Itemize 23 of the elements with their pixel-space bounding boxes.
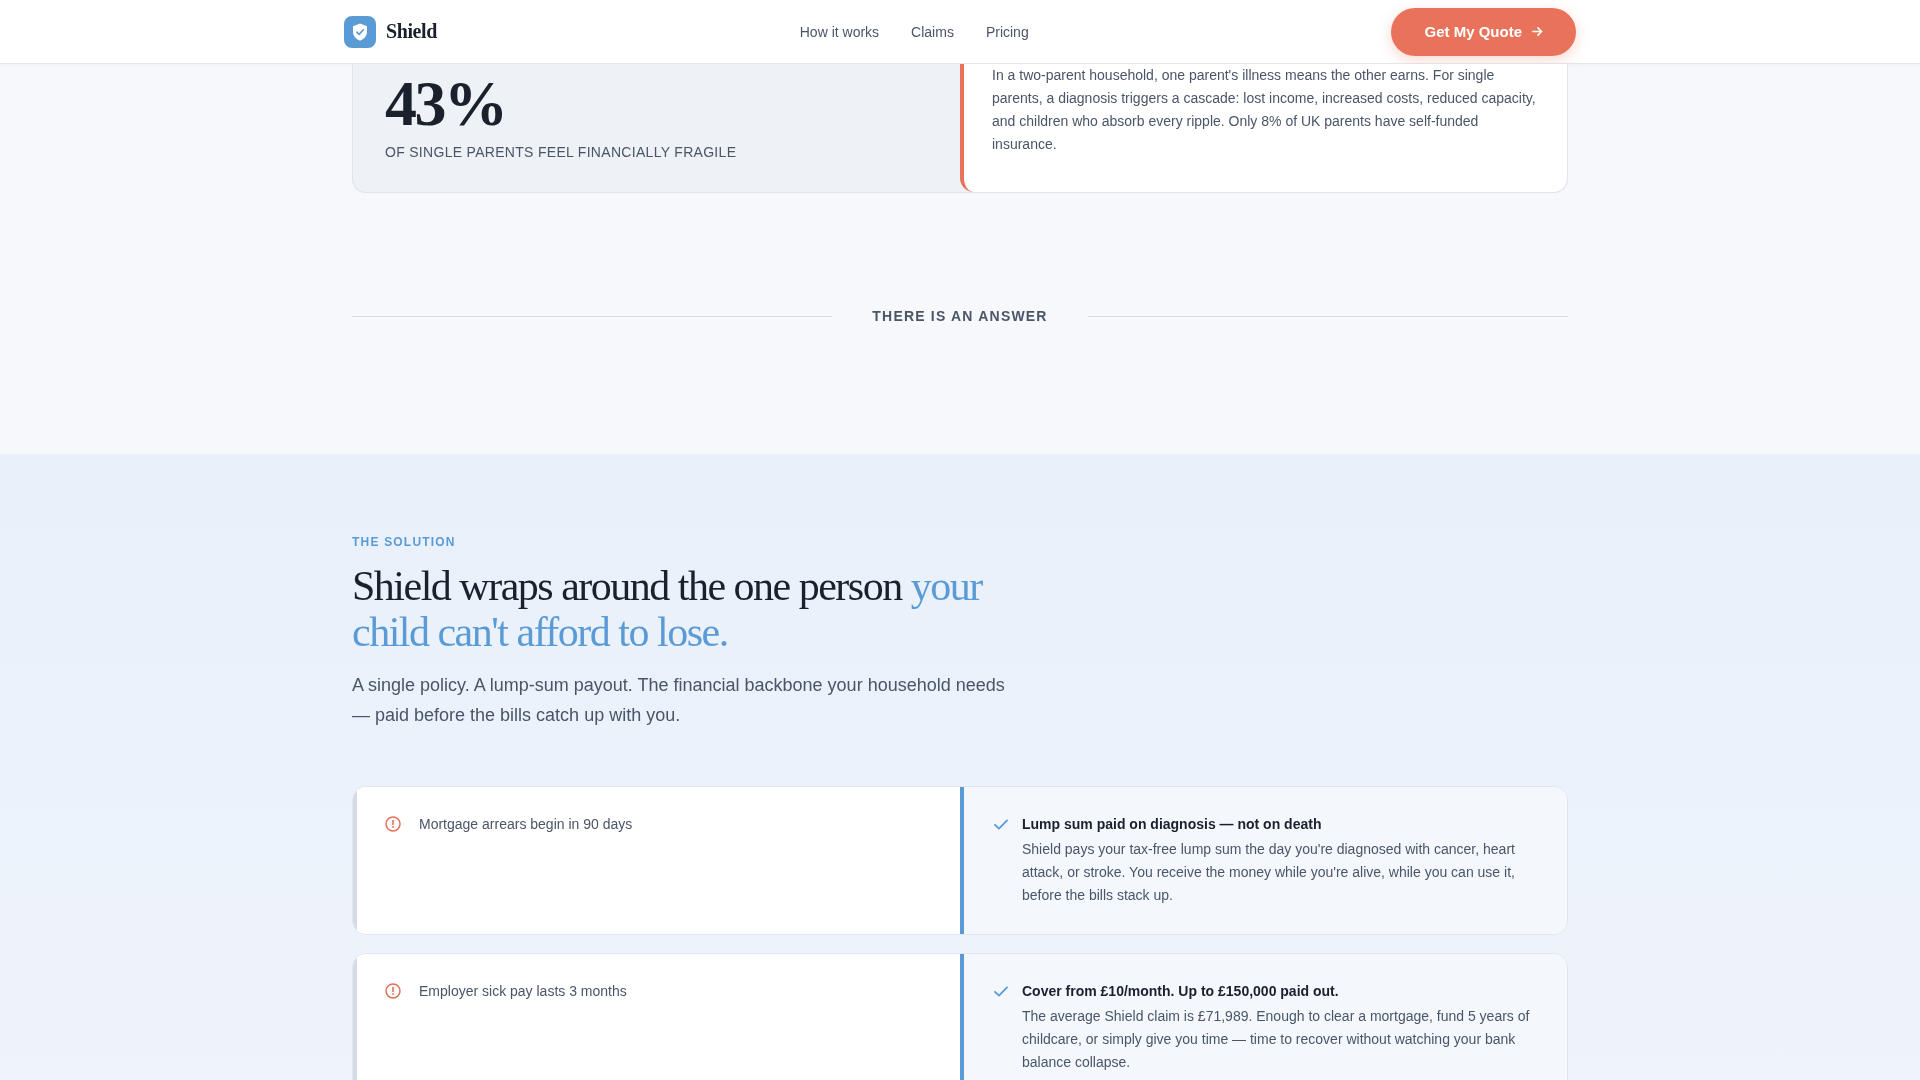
- nav-link[interactable]: Claims: [911, 23, 954, 40]
- section-divider-label: THERE IS AN ANSWER: [872, 307, 1048, 326]
- nav-link[interactable]: Pricing: [985, 23, 1029, 40]
- benefit-description: Shield pays your tax-free lump sum the day you're diagnosed with cancer, heart attack, or stroke. You receive the money while you're alive, while you can use it, before the bills stack up.: [1022, 840, 1516, 905]
- stat-caption: OF SINGLE PARENTS FEEL FINANCIALLY FRAGILE: [385, 143, 738, 162]
- arrow-right-icon: [1532, 26, 1543, 37]
- benefit-title: Cover from £10/month. Up to £150,000 paid out.: [1022, 982, 1340, 1001]
- nav-link[interactable]: How it works: [799, 23, 880, 40]
- benefit-description: The average Shield claim is £71,989. Enough to clear a mortgage, fund 5 years of childcare, or simply give you time — time to recover without watching your bank balance collapse.: [1022, 1007, 1531, 1072]
- shield-icon: [344, 15, 376, 48]
- brand-name: Shield: [386, 20, 437, 43]
- section-lead: A single policy. A lump-sum payout. The financial backbone your household needs — paid before the bills catch up with you.: [352, 674, 1006, 727]
- exclamation-circle-icon: [385, 816, 401, 832]
- problem-text: Employer sick pay lasts 3 months: [419, 982, 627, 1001]
- problem-text: Mortgage arrears begin in 90 days: [419, 815, 633, 834]
- exclamation-circle-icon: [385, 983, 401, 999]
- section-eyebrow: THE SOLUTION: [352, 534, 457, 550]
- explanation-text: In a two-parent household, one parent's illness means the other earns. For single parents, a diagnosis triggers a cascade: lost income, increased costs, reduced capacity, and children who absorb every ripple. Only 8% of UK parents have self-funded insurance.: [992, 66, 1537, 154]
- check-icon: [994, 986, 1008, 997]
- stat-value: 43%: [385, 72, 507, 136]
- check-icon: [994, 819, 1008, 830]
- benefit-title: Lump sum paid on diagnosis — not on death: [1022, 815, 1323, 834]
- section-heading: Shield wraps around the one person your child can't afford to lose.: [352, 563, 984, 655]
